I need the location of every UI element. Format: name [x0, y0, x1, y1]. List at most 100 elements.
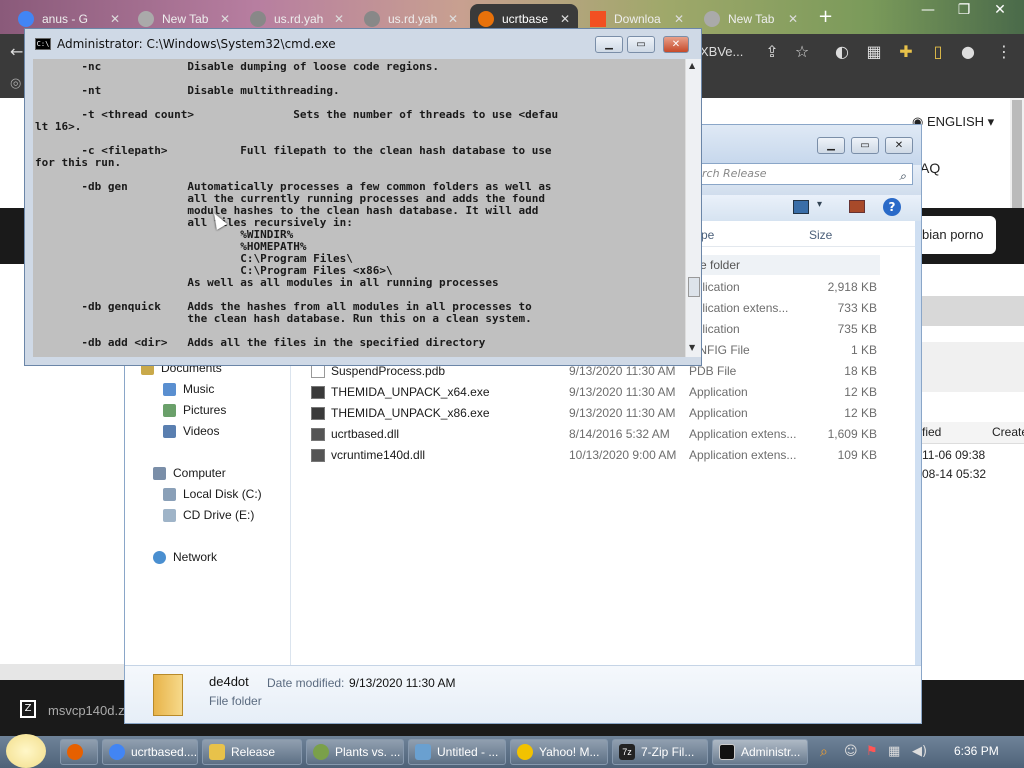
maximize-button[interactable]: ▭ — [627, 36, 655, 53]
close-icon[interactable]: ✕ — [560, 12, 570, 26]
preview-pane-icon[interactable] — [849, 200, 865, 213]
extension-icon[interactable]: ◐ — [832, 42, 852, 62]
page-horizontal-scrollbar[interactable] — [0, 664, 124, 680]
taskbar-item-cmd[interactable]: Administr... — [712, 739, 808, 765]
minimize-button[interactable]: ▁ — [817, 137, 845, 154]
cd-drive-icon — [163, 509, 176, 522]
maximize-button[interactable]: ▭ — [851, 137, 879, 154]
download-item[interactable]: msvcp140d.z — [48, 703, 125, 718]
globe-icon — [250, 11, 266, 27]
nav-item-computer[interactable]: Computer — [153, 466, 226, 480]
chevron-down-icon[interactable]: ▾ — [817, 199, 822, 210]
language-selector[interactable]: ◉ ENGLISH ▾ — [912, 114, 994, 130]
search-icon: ⌕ — [899, 169, 906, 183]
close-icon[interactable]: ✕ — [110, 12, 120, 26]
globe-icon — [364, 11, 380, 27]
close-icon[interactable]: ✕ — [448, 12, 458, 26]
nav-item-videos[interactable]: Videos — [163, 424, 219, 438]
cmd-icon — [719, 744, 735, 760]
search-input[interactable]: rch Release ⌕ — [697, 163, 913, 185]
scroll-down-icon[interactable]: ▼ — [689, 343, 695, 352]
cmd-title-bar: C:\ Administrator: C:\Windows\System32\c… — [25, 29, 701, 59]
table-row[interactable]: vcruntime140d.dll 10/13/2020 9:00 AM Appli… — [291, 445, 915, 466]
firefox-icon — [67, 744, 83, 760]
flag-icon[interactable]: ⚑ — [866, 744, 878, 759]
search-icon[interactable]: ⌕ — [820, 744, 828, 760]
sidebar-icon[interactable]: ▯ — [928, 42, 948, 62]
chrome-icon — [704, 11, 720, 27]
page-table-cell: 08-14 05:32 — [922, 467, 987, 481]
share-icon[interactable]: ⇪ — [762, 42, 782, 62]
address-bar[interactable]: XBVe... — [700, 40, 760, 64]
smiley-icon[interactable]: ☺ — [844, 744, 858, 759]
table-row[interactable]: THEMIDA_UNPACK_x64.exe 9/13/2020 11:30 AM… — [291, 382, 915, 403]
exe-file-icon — [311, 407, 325, 420]
chrome-icon — [109, 744, 125, 760]
scroll-up-icon[interactable]: ▲ — [689, 61, 695, 70]
back-icon[interactable]: ← — [10, 42, 23, 61]
taskbar-item-firefox[interactable] — [60, 739, 98, 765]
exe-file-icon — [311, 386, 325, 399]
extension-icon[interactable]: ▦ — [864, 42, 884, 62]
globe-icon[interactable]: ◎ — [10, 76, 21, 91]
console-output[interactable]: -nc Disable dumping of loose code region… — [33, 59, 685, 357]
network-icon[interactable]: ▦ — [888, 744, 900, 759]
taskbar-item-plants[interactable]: Plants vs. ... — [306, 739, 404, 765]
menu-icon[interactable]: ⋮ — [994, 42, 1014, 62]
minimize-button[interactable]: ▁ — [595, 36, 623, 53]
new-tab-icon[interactable]: + — [818, 6, 833, 27]
taskbar-item-notepad[interactable]: Untitled - ... — [408, 739, 506, 765]
taskbar-item-7zip[interactable]: 7z 7-Zip Fil... — [612, 739, 708, 765]
cmd-scrollbar[interactable]: ▲ ▼ — [685, 59, 701, 357]
group-header[interactable]: e folder — [696, 255, 880, 275]
taskbar: ucrtbased.... Release Plants vs. ... Unt… — [0, 734, 1024, 768]
volume-icon[interactable]: ◀) — [912, 744, 927, 759]
network-icon — [153, 551, 166, 564]
minimize-icon[interactable]: — — [910, 0, 946, 22]
close-icon[interactable]: ✕ — [788, 12, 798, 26]
taskbar-item-explorer[interactable]: Release — [202, 739, 302, 765]
details-pane: de4dot Date modified: 9/13/2020 11:30 AM… — [125, 665, 921, 723]
computer-icon — [153, 467, 166, 480]
column-type[interactable]: pe — [701, 228, 714, 242]
cmd-scrollbar-thumb[interactable] — [688, 277, 700, 297]
videos-icon — [163, 425, 176, 438]
table-row[interactable]: THEMIDA_UNPACK_x86.exe 9/13/2020 11:30 AM… — [291, 403, 915, 424]
page-table-cell: 11-06 09:38 — [922, 448, 986, 462]
puzzle-icon[interactable]: ✚ — [896, 42, 916, 62]
details-modified-label: Date modified: — [267, 676, 345, 690]
nav-item-music[interactable]: Music — [163, 382, 214, 396]
close-button[interactable]: ✕ — [885, 137, 913, 154]
chrome-icon — [138, 11, 154, 27]
nav-item-cd-drive[interactable]: CD Drive (E:) — [163, 508, 254, 522]
zip-file-icon: Z — [20, 700, 36, 718]
nav-item-local-disk[interactable]: Local Disk (C:) — [163, 487, 262, 501]
close-icon[interactable]: ✕ — [334, 12, 344, 26]
pdb-file-icon — [311, 365, 325, 378]
nav-item-network[interactable]: Network — [153, 550, 217, 564]
clock[interactable]: 6:36 PM — [954, 744, 999, 758]
caret-down-icon: ▾ — [984, 114, 995, 129]
help-icon[interactable]: ? — [883, 198, 901, 216]
google-icon — [18, 11, 34, 27]
table-row[interactable]: ucrtbased.dll 8/14/2016 5:32 AM Applicatio… — [291, 424, 915, 445]
column-size[interactable]: Size — [809, 228, 832, 242]
close-icon[interactable]: ✕ — [674, 12, 684, 26]
view-icon[interactable] — [793, 200, 809, 214]
close-button[interactable]: ✕ — [663, 36, 689, 53]
faq-link[interactable]: AQ — [920, 160, 940, 176]
nav-item-pictures[interactable]: Pictures — [163, 403, 226, 417]
details-kind: File folder — [209, 694, 262, 708]
restore-icon[interactable]: ❐ — [946, 0, 982, 22]
taskbar-item-yahoo[interactable]: Yahoo! M... — [510, 739, 608, 765]
page-panel — [922, 342, 1024, 392]
start-button[interactable] — [6, 734, 46, 768]
music-icon — [163, 383, 176, 396]
profile-icon[interactable]: ● — [958, 42, 978, 62]
browser-tab[interactable]: New Tab ✕ — [696, 4, 806, 34]
taskbar-item-chrome[interactable]: ucrtbased.... — [102, 739, 198, 765]
close-icon[interactable]: ✕ — [220, 12, 230, 26]
pictures-icon — [163, 404, 176, 417]
star-icon[interactable]: ☆ — [792, 42, 812, 62]
close-icon[interactable]: ✕ — [982, 0, 1018, 22]
